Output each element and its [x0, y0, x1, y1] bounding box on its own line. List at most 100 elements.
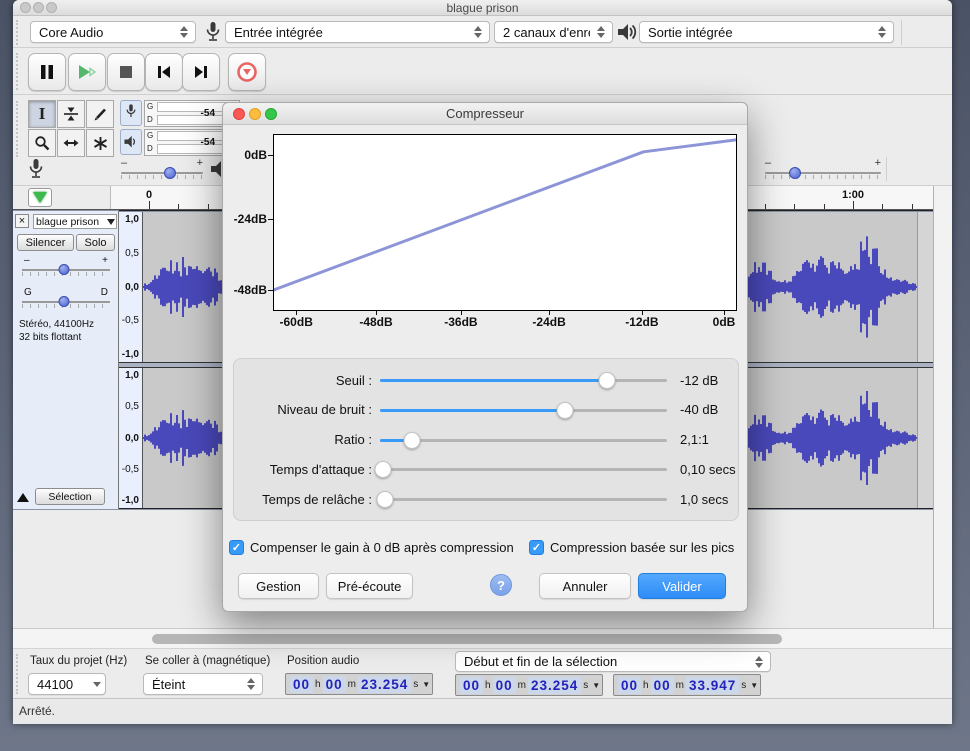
transport-toolbar	[13, 48, 952, 95]
microphone-icon	[203, 20, 223, 44]
axis-tick	[376, 311, 377, 315]
stop-button[interactable]	[107, 53, 145, 91]
collapse-track-button[interactable]	[15, 489, 31, 505]
input-volume-slider[interactable]: – +	[121, 157, 203, 183]
slider-knob[interactable]	[164, 167, 176, 179]
green-triangle-icon	[33, 192, 47, 203]
skip-to-end-button[interactable]	[182, 53, 220, 91]
skip-to-start-button[interactable]	[145, 53, 183, 91]
preview-button[interactable]: Pré-écoute	[326, 573, 413, 599]
toolbar-separator	[886, 157, 889, 181]
graph-x-label: -60dB	[268, 315, 324, 329]
timeline-label: 1:00	[842, 189, 864, 201]
graph-y-label: 0dB	[223, 148, 267, 162]
slider-knob[interactable]	[403, 432, 420, 449]
slider-knob[interactable]	[59, 296, 70, 307]
up-triangle-icon	[17, 493, 29, 502]
pan-slider[interactable]: G D	[22, 287, 110, 313]
dropdown-arrow-icon[interactable]: ▼	[422, 680, 430, 689]
slider-knob[interactable]	[598, 372, 615, 389]
solo-button[interactable]: Solo	[76, 234, 115, 251]
audio-host-dropdown[interactable]: Core Audio	[30, 21, 196, 43]
record-icon	[236, 61, 258, 83]
record-button[interactable]	[228, 53, 266, 91]
play-button[interactable]	[68, 53, 106, 91]
pause-button[interactable]	[28, 53, 66, 91]
timeline-tick	[824, 204, 825, 209]
slider-knob[interactable]	[557, 402, 574, 419]
project-rate-combo[interactable]: 44100	[28, 673, 106, 695]
noise-floor-slider-row: Niveau de bruit : -40 dB	[234, 396, 738, 424]
multi-tool-button[interactable]	[86, 129, 114, 157]
graph-x-label: -12dB	[614, 315, 670, 329]
attack-time-slider[interactable]	[380, 460, 667, 478]
graph-x-label: -36dB	[433, 315, 489, 329]
vertical-scale-ruler[interactable]: 1,0 0,5 0,0 -0,5 -1,0	[119, 212, 143, 362]
selection-start-field[interactable]: 00h 00m 23.254s ▼	[455, 674, 603, 696]
scrollbar-handle[interactable]	[152, 634, 782, 644]
toolbar-grip[interactable]	[16, 53, 19, 90]
dropdown-arrow-icon[interactable]: ▼	[592, 681, 600, 690]
noise-floor-slider[interactable]	[380, 401, 667, 419]
audio-position-field[interactable]: 00h 00m 23.254s ▼	[285, 673, 433, 695]
track-select-button[interactable]: Sélection	[35, 488, 105, 505]
peak-compression-checkbox-group: ✓ Compression basée sur les pics	[529, 540, 734, 555]
skip-start-icon	[156, 65, 172, 79]
graph-plot	[273, 134, 737, 311]
toolbar-grip[interactable]	[16, 101, 19, 157]
toolbar-grip[interactable]	[16, 20, 19, 45]
manage-button[interactable]: Gestion	[238, 573, 319, 599]
window-titlebar[interactable]: blague prison	[13, 0, 952, 16]
help-button[interactable]: ?	[490, 574, 512, 596]
slider-knob[interactable]	[789, 167, 801, 179]
play-meter-button[interactable]	[120, 129, 142, 155]
peak-compression-checkbox[interactable]: ✓	[529, 540, 544, 555]
updown-arrows-icon	[471, 26, 485, 38]
ok-button[interactable]: Valider	[638, 573, 726, 599]
zoom-tool-button[interactable]	[28, 129, 56, 157]
envelope-tool-button[interactable]	[57, 100, 85, 128]
post-clip-area[interactable]	[917, 368, 933, 508]
makeup-gain-checkbox[interactable]: ✓	[229, 540, 244, 555]
record-channels-dropdown[interactable]: 2 canaux d'enregist...	[494, 21, 613, 43]
input-device-dropdown[interactable]: Entrée intégrée	[225, 21, 490, 43]
output-volume-slider[interactable]: – +	[765, 157, 881, 183]
dropdown-arrow-icon[interactable]: ▼	[750, 681, 758, 690]
horizontal-scrollbar[interactable]	[13, 628, 952, 648]
output-device-dropdown[interactable]: Sortie intégrée	[639, 21, 894, 43]
toolbar-grip[interactable]	[16, 654, 19, 694]
threshold-slider[interactable]	[380, 371, 667, 389]
audio-position-label: Position audio	[287, 655, 359, 667]
project-rate-label: Taux du projet (Hz)	[30, 655, 127, 667]
selection-mode-dropdown[interactable]: Début et fin de la sélection	[455, 651, 771, 672]
cancel-button[interactable]: Annuler	[539, 573, 631, 599]
timeline-options-button[interactable]	[28, 188, 52, 207]
timeline-tick	[794, 204, 795, 209]
post-clip-area[interactable]	[917, 212, 933, 362]
timeshift-tool-button[interactable]	[57, 129, 85, 157]
selection-tool-button[interactable]: I	[28, 100, 56, 128]
dialog-titlebar[interactable]: Compresseur	[223, 103, 747, 125]
vertical-scale-ruler[interactable]: 1,0 0,5 0,0 -0,5 -1,0	[119, 368, 143, 508]
release-time-slider[interactable]	[380, 490, 667, 508]
track-control-panel[interactable]: × blague prison Silencer Solo – + G D St…	[13, 211, 119, 509]
gain-slider[interactable]: – +	[22, 255, 110, 281]
axis-tick	[549, 311, 550, 315]
axis-tick	[268, 290, 273, 291]
mute-button[interactable]: Silencer	[17, 234, 74, 251]
meter-channel-label: G	[147, 102, 153, 111]
track-title-menu[interactable]: blague prison	[33, 214, 117, 229]
snap-to-dropdown[interactable]: Éteint	[143, 673, 263, 695]
slider-knob[interactable]	[59, 264, 70, 275]
slider-knob[interactable]	[377, 491, 394, 508]
vertical-scrollbar[interactable]	[933, 186, 952, 628]
selection-end-field[interactable]: 00h 00m 33.947s ▼	[613, 674, 761, 696]
slider-knob[interactable]	[375, 461, 392, 478]
draw-tool-button[interactable]	[86, 100, 114, 128]
threshold-slider-row: Seuil : -12 dB	[234, 366, 738, 394]
close-track-button[interactable]: ×	[15, 214, 29, 228]
ratio-slider[interactable]	[380, 431, 667, 449]
meter-scale-label: -54	[201, 108, 215, 119]
record-meter-button[interactable]	[120, 100, 142, 126]
timeline-tick	[208, 204, 209, 209]
